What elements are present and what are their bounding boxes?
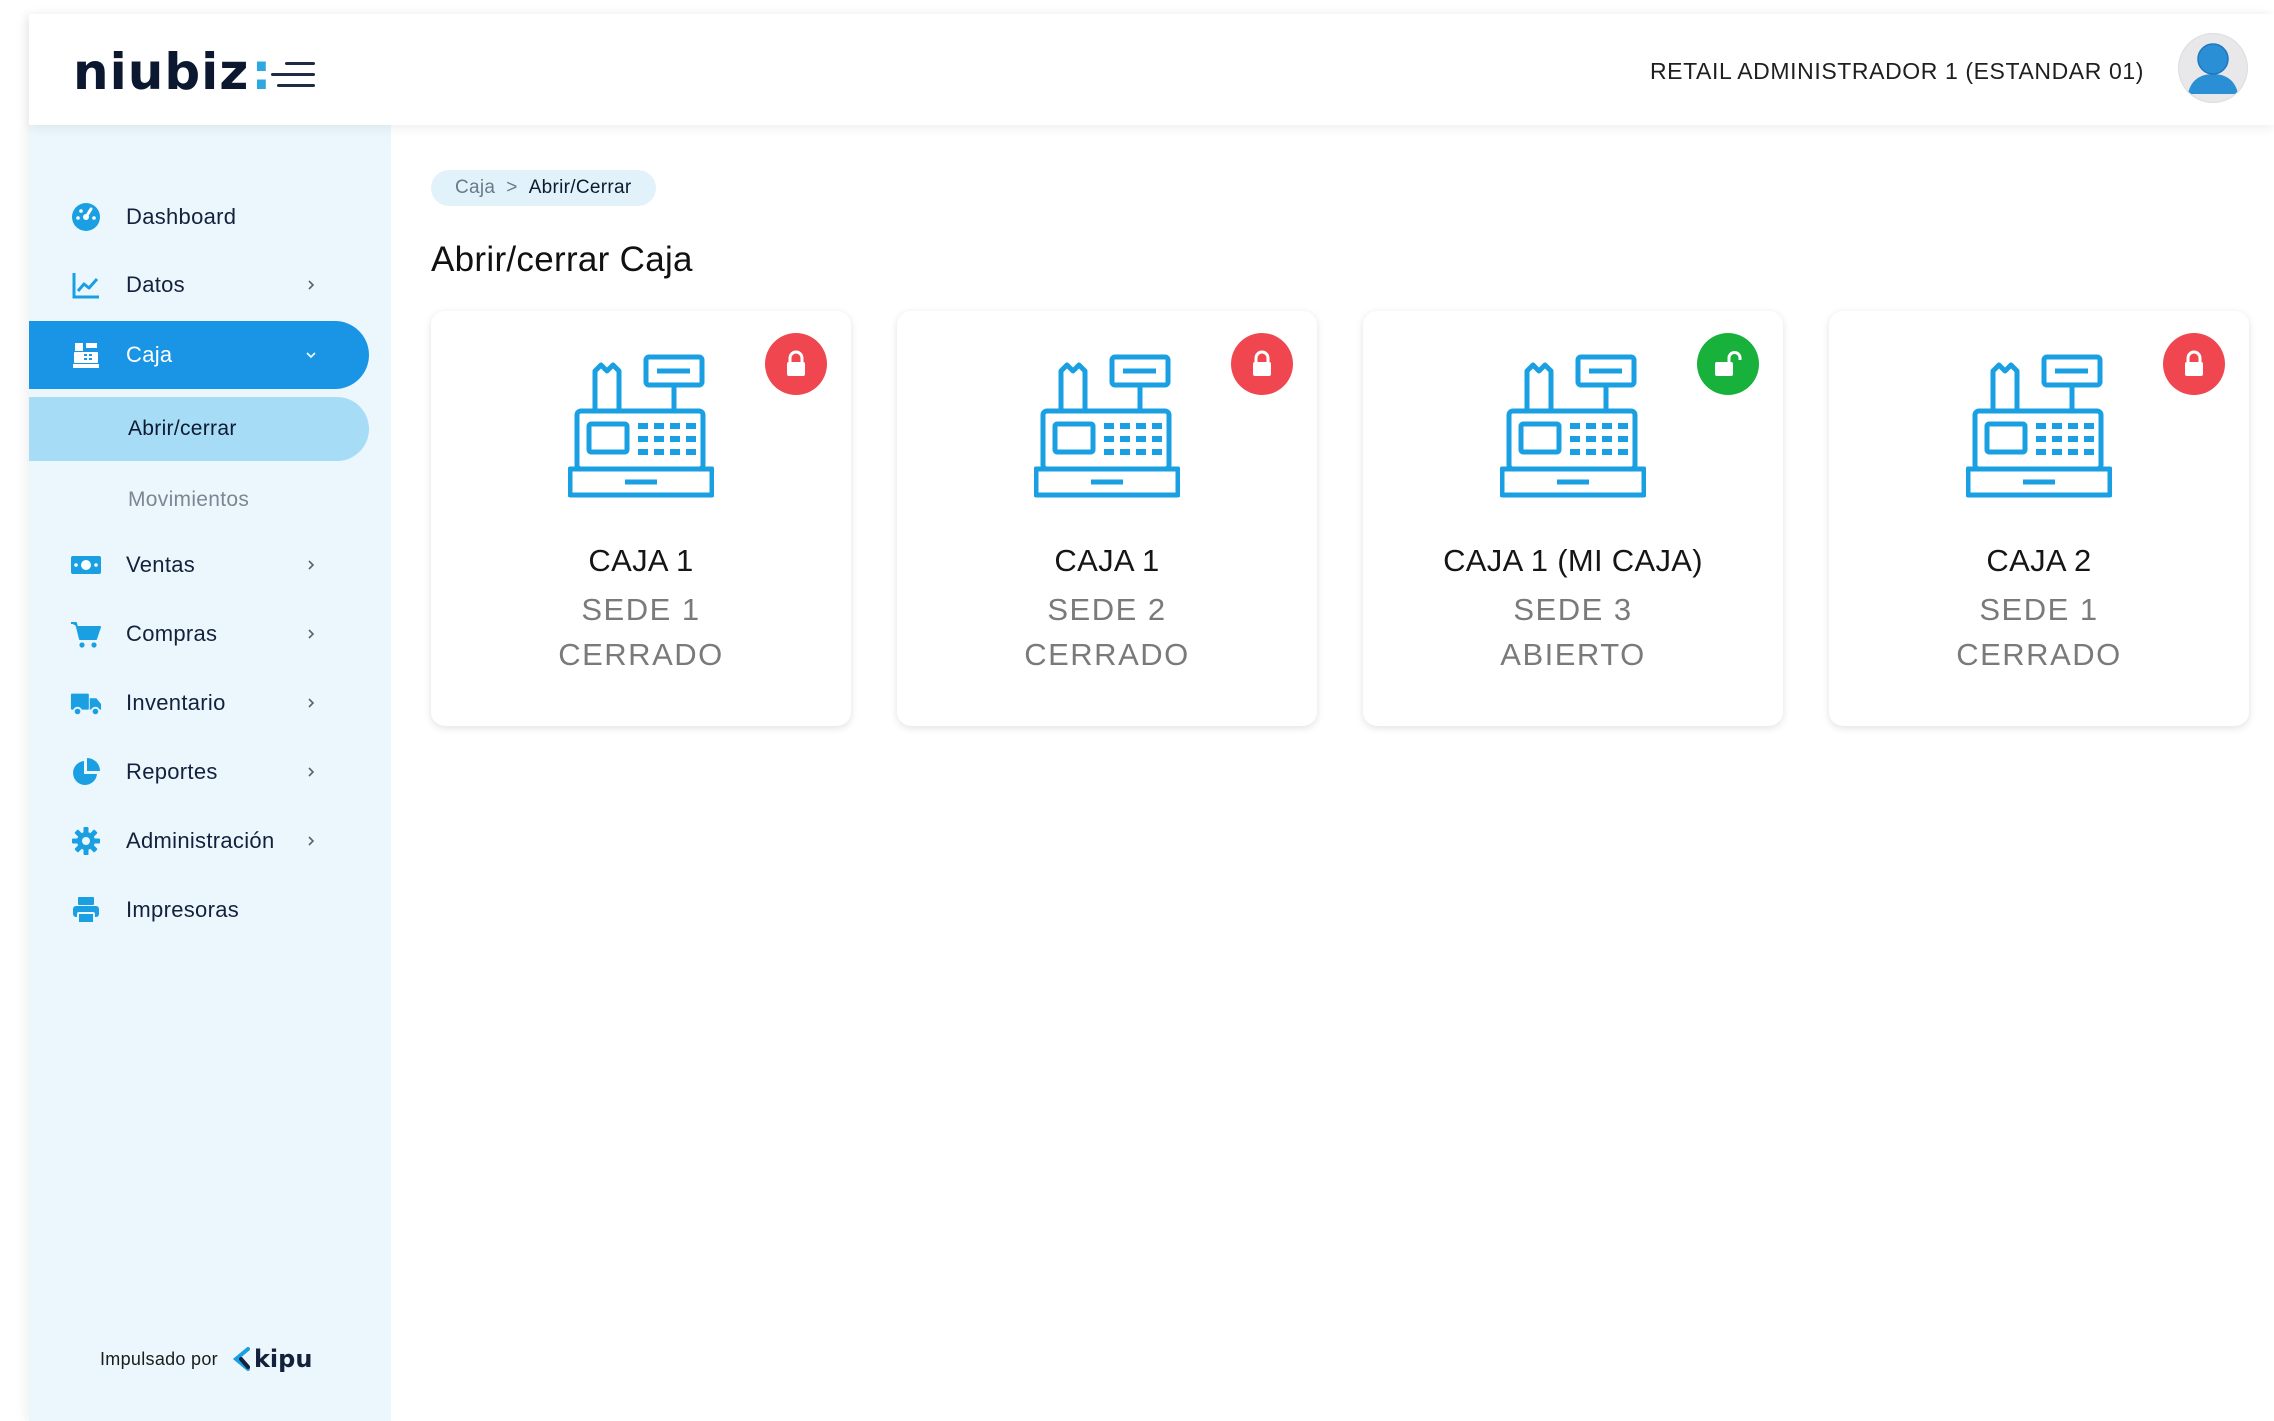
sidebar: Dashboard Datos Caja Abrir/cerrar Movimi <box>29 125 391 1421</box>
cash-register-icon <box>1034 354 1180 498</box>
sidebar-item-label: Datos <box>126 272 185 297</box>
user-name: RETAIL ADMINISTRADOR 1 (ESTANDAR 01) <box>1649 58 2144 84</box>
sidebar-item-impresoras[interactable]: Impresoras <box>29 876 369 944</box>
sidebar-item-label: Inventario <box>126 690 226 715</box>
sidebar-item-label: Ventas <box>126 552 196 577</box>
sidebar-item-label: Dashboard <box>126 204 237 229</box>
closed-lock-icon[interactable] <box>2163 333 2225 395</box>
sidebar-subitem-label: Movimientos <box>128 488 250 511</box>
chevron-right-icon <box>304 558 318 572</box>
cash-register-icon <box>568 354 714 498</box>
closed-lock-icon[interactable] <box>765 333 827 395</box>
cash-register-card[interactable]: CAJA 2 SEDE 1 CERRADO <box>1829 311 2249 726</box>
card-register-name: CAJA 1 <box>1054 543 1160 578</box>
money-icon <box>70 549 102 581</box>
breadcrumb-separator: > <box>506 177 518 198</box>
chevron-right-icon <box>304 627 318 641</box>
kipu-wordmark: kipu <box>253 1345 313 1373</box>
sidebar-item-dashboard[interactable]: Dashboard <box>29 183 369 251</box>
card-status: CERRADO <box>1956 637 2122 672</box>
card-status: CERRADO <box>558 637 724 672</box>
user-avatar-icon[interactable] <box>2179 34 2247 102</box>
powered-by-label: Impulsado por <box>100 1348 218 1369</box>
cash-register-card[interactable]: CAJA 1 SEDE 1 CERRADO <box>431 311 851 726</box>
top-header: niubiz: RETAIL ADMINISTRADOR 1 (ESTANDAR… <box>29 14 2274 125</box>
line-chart-icon <box>70 269 102 301</box>
chevron-down-icon <box>304 348 318 362</box>
sidebar-item-reportes[interactable]: Reportes <box>29 738 369 806</box>
printer-icon <box>70 894 102 926</box>
chevron-right-icon <box>304 765 318 779</box>
sidebar-item-compras[interactable]: Compras <box>29 600 369 668</box>
chevron-right-icon <box>304 834 318 848</box>
cash-register-card[interactable]: CAJA 1 (MI CAJA) SEDE 3 ABIERTO <box>1363 311 1783 726</box>
niubiz-logo[interactable]: niubiz: <box>73 42 271 102</box>
sidebar-subitem-abrir-cerrar[interactable]: Abrir/cerrar <box>29 397 369 461</box>
card-status: ABIERTO <box>1500 637 1646 672</box>
logo-wordmark: niubiz <box>73 43 250 101</box>
cash-register-icon <box>1500 354 1646 498</box>
sidebar-item-label: Compras <box>126 621 218 646</box>
card-register-name: CAJA 1 <box>588 543 694 578</box>
card-register-name: CAJA 2 <box>1986 543 2092 578</box>
card-register-name: CAJA 1 (MI CAJA) <box>1443 543 1703 578</box>
card-status: CERRADO <box>1024 637 1190 672</box>
open-lock-icon[interactable] <box>1697 333 1759 395</box>
card-sede: SEDE 3 <box>1513 592 1633 627</box>
sidebar-item-datos[interactable]: Datos <box>29 251 369 319</box>
sidebar-item-label: Impresoras <box>126 897 240 922</box>
sidebar-item-label: Reportes <box>126 759 218 784</box>
gear-icon <box>70 825 102 857</box>
cash-register-icon <box>70 339 102 371</box>
sidebar-item-label: Caja <box>126 342 173 367</box>
card-sede: SEDE 1 <box>1979 592 2099 627</box>
pie-chart-icon <box>70 756 102 788</box>
cart-icon <box>70 618 102 650</box>
card-sede: SEDE 1 <box>581 592 701 627</box>
breadcrumb-current: Abrir/Cerrar <box>528 177 632 198</box>
sidebar-item-inventario[interactable]: Inventario <box>29 669 369 737</box>
gauge-icon <box>70 201 102 233</box>
cash-register-card[interactable]: CAJA 1 SEDE 2 CERRADO <box>897 311 1317 726</box>
main-content: Caja > Abrir/Cerrar Abrir/cerrar Caja CA… <box>391 125 2274 1421</box>
page-title: Abrir/cerrar Caja <box>431 240 693 279</box>
sidebar-item-caja[interactable]: Caja <box>29 321 369 389</box>
closed-lock-icon[interactable] <box>1231 333 1293 395</box>
sidebar-subitem-movimientos[interactable]: Movimientos <box>29 468 369 532</box>
cash-register-icon <box>1966 354 2112 498</box>
kipu-logo: kipu <box>232 1345 312 1373</box>
sidebar-item-label: Administración <box>126 828 275 853</box>
chevron-right-icon <box>304 278 318 292</box>
sidebar-item-administracion[interactable]: Administración <box>29 807 369 875</box>
sidebar-subitem-label: Abrir/cerrar <box>128 417 237 440</box>
card-sede: SEDE 2 <box>1047 592 1167 627</box>
breadcrumb: Caja > Abrir/Cerrar <box>431 170 656 206</box>
kipu-mark-icon <box>232 1347 250 1371</box>
chevron-right-icon <box>304 696 318 710</box>
app-window: niubiz: RETAIL ADMINISTRADOR 1 (ESTANDAR… <box>29 14 2274 1421</box>
truck-icon <box>70 687 102 719</box>
breadcrumb-caja-link[interactable]: Caja <box>455 177 495 199</box>
sidebar-item-ventas[interactable]: Ventas <box>29 531 369 599</box>
hamburger-menu-icon[interactable] <box>267 56 315 92</box>
powered-by: Impulsado por kipu <box>100 1345 312 1373</box>
